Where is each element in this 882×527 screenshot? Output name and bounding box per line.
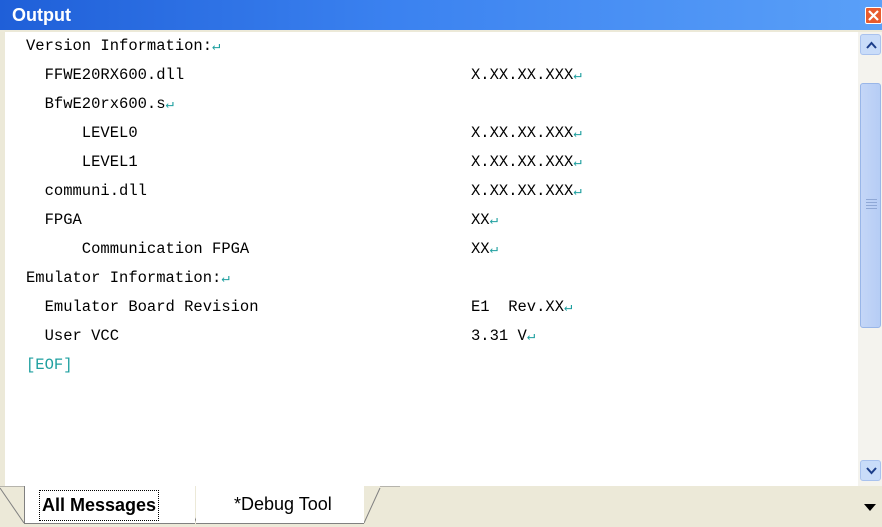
output-line: BfwE20rx600.s↵ bbox=[26, 95, 174, 113]
tab-debug-tool[interactable]: *Debug Tool bbox=[196, 486, 364, 524]
close-button[interactable] bbox=[865, 7, 882, 24]
thumb-grip bbox=[866, 199, 877, 200]
output-line: LEVEL1 X.XX.XX.XXX↵ bbox=[26, 153, 582, 171]
line-end-marker: ↵ bbox=[212, 39, 221, 55]
output-line: Communication FPGA XX↵ bbox=[26, 240, 499, 258]
tab-all-messages[interactable]: All Messages bbox=[24, 486, 195, 524]
title-bar: Output bbox=[0, 0, 882, 30]
line-end-marker: ↵ bbox=[573, 155, 582, 171]
line-end-marker: ↵ bbox=[526, 329, 536, 345]
output-line: Emulator Information:↵ bbox=[26, 269, 230, 287]
thumb-grip bbox=[866, 208, 877, 209]
scroll-down-button[interactable] bbox=[860, 460, 881, 481]
tab-label: All Messages bbox=[39, 490, 160, 521]
scroll-thumb[interactable] bbox=[860, 83, 881, 328]
line-end-marker: ↵ bbox=[221, 271, 230, 287]
output-line: User VCC 3.31 V↵ bbox=[26, 327, 536, 345]
line-end-marker: ↵ bbox=[165, 97, 174, 113]
line-end-marker: ↵ bbox=[489, 213, 499, 229]
output-line: Version Information:↵ bbox=[26, 37, 221, 55]
output-line: FFWE20RX600.dll X.XX.XX.XXX↵ bbox=[26, 66, 582, 84]
line-end-marker: ↵ bbox=[573, 184, 582, 200]
output-line: communi.dll X.XX.XX.XXX↵ bbox=[26, 182, 582, 200]
tab-label: *Debug Tool bbox=[234, 494, 332, 514]
chevron-down-icon[interactable] bbox=[864, 504, 876, 511]
line-end-marker: ↵ bbox=[564, 300, 573, 316]
thumb-grip bbox=[866, 205, 877, 206]
line-end-marker: ↵ bbox=[489, 242, 499, 258]
eof-marker: [EOF] bbox=[26, 356, 73, 374]
vertical-scrollbar[interactable] bbox=[858, 32, 882, 486]
line-end-marker: ↵ bbox=[573, 126, 582, 142]
arrow-down-icon bbox=[866, 467, 877, 475]
thumb-grip bbox=[866, 202, 877, 203]
output-line: LEVEL0 X.XX.XX.XXX↵ bbox=[26, 124, 582, 142]
output-window: Output Version Information:↵ FFWE20RX600… bbox=[0, 0, 882, 527]
output-line: FPGA XX↵ bbox=[26, 211, 499, 229]
output-text-area[interactable]: Version Information:↵ FFWE20RX600.dll X.X… bbox=[5, 32, 858, 486]
window-title: Output bbox=[12, 5, 71, 25]
arrow-up-icon bbox=[866, 41, 877, 49]
line-end-marker: ↵ bbox=[573, 68, 582, 84]
scroll-up-button[interactable] bbox=[860, 34, 881, 55]
close-icon bbox=[868, 10, 879, 21]
output-line: Emulator Board Revision E1 Rev.XX↵ bbox=[26, 298, 573, 316]
tab-bar: All Messages *Debug Tool bbox=[0, 486, 882, 527]
